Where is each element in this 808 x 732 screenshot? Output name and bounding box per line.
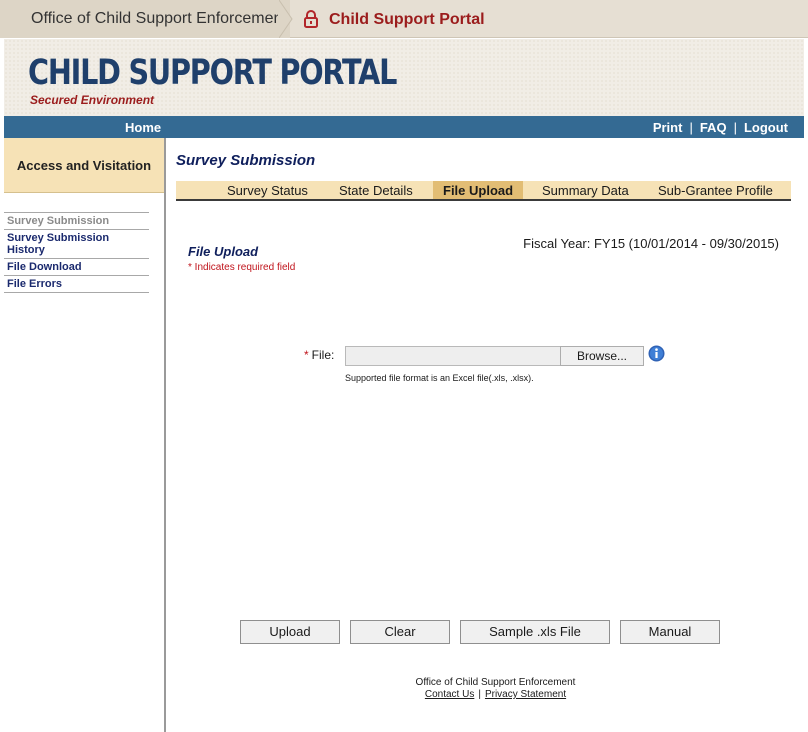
lock-icon	[304, 10, 318, 28]
nav-faq-link[interactable]: FAQ	[700, 120, 727, 135]
main-content: Survey Submission Survey Status State De…	[167, 138, 804, 732]
sample-xls-button[interactable]: Sample .xls File	[460, 620, 610, 644]
info-icon[interactable]	[648, 345, 665, 362]
org-name[interactable]: Office of Child Support Enforcement	[0, 0, 290, 38]
tab-bar: Survey Status State Details File Upload …	[176, 181, 791, 201]
footer: Office of Child Support Enforcement Cont…	[167, 677, 808, 701]
tab-summary-data[interactable]: Summary Data	[542, 181, 629, 199]
file-format-hint: Supported file format is an Excel file(.…	[345, 373, 534, 383]
upload-button[interactable]: Upload	[240, 620, 340, 644]
sidebar-item-survey-submission[interactable]: Survey Submission	[4, 213, 149, 230]
file-label: * File:	[304, 348, 334, 362]
portal-name[interactable]: Child Support Portal	[329, 0, 485, 40]
file-label-text: File:	[311, 348, 335, 362]
section-title: File Upload	[188, 244, 259, 259]
file-input[interactable]	[345, 346, 561, 366]
nav-home-link[interactable]: Home	[125, 116, 161, 140]
footer-org: Office of Child Support Enforcement	[415, 677, 576, 688]
nav-logout-link[interactable]: Logout	[744, 120, 788, 135]
tab-file-upload[interactable]: File Upload	[433, 181, 524, 199]
clear-button[interactable]: Clear	[350, 620, 450, 644]
sidebar-item-file-download[interactable]: File Download	[4, 259, 149, 276]
nav-bar: Home Print | FAQ | Logout	[4, 116, 804, 138]
tab-state-details[interactable]: State Details	[339, 181, 413, 199]
nav-right-links: Print | FAQ | Logout	[653, 116, 788, 140]
sidebar-item-survey-submission-history[interactable]: Survey Submission History	[4, 230, 149, 259]
required-marker: *	[304, 348, 309, 362]
privacy-statement-link[interactable]: Privacy Statement	[485, 689, 566, 700]
browse-button[interactable]: Browse...	[560, 346, 644, 366]
top-bar: Office of Child Support Enforcement Chil…	[0, 0, 808, 38]
nav-print-link[interactable]: Print	[653, 120, 683, 135]
sidebar-heading: Access and Visitation	[4, 138, 164, 193]
sidebar: Access and Visitation Survey Submission …	[4, 138, 166, 732]
nav-separator: |	[689, 120, 693, 135]
footer-separator: |	[478, 689, 481, 700]
footer-links: Contact Us | Privacy Statement	[167, 689, 808, 701]
banner: CHILD SUPPORT PORTAL Secured Environment	[4, 39, 804, 116]
manual-button[interactable]: Manual	[620, 620, 720, 644]
breadcrumb-chevron	[279, 0, 293, 38]
tab-sub-grantee-profile[interactable]: Sub-Grantee Profile	[658, 181, 773, 199]
tab-survey-status[interactable]: Survey Status	[227, 181, 308, 199]
fiscal-year: Fiscal Year: FY15 (10/01/2014 - 09/30/20…	[523, 236, 779, 251]
banner-title: CHILD SUPPORT PORTAL	[28, 53, 397, 93]
required-field-note: * Indicates required field	[188, 262, 296, 273]
nav-separator: |	[733, 120, 737, 135]
banner-subtitle: Secured Environment	[30, 93, 155, 107]
sidebar-item-file-errors[interactable]: File Errors	[4, 276, 149, 293]
contact-us-link[interactable]: Contact Us	[425, 689, 474, 700]
sidebar-menu: Survey Submission Survey Submission Hist…	[4, 212, 149, 293]
page-title: Survey Submission	[176, 152, 316, 169]
